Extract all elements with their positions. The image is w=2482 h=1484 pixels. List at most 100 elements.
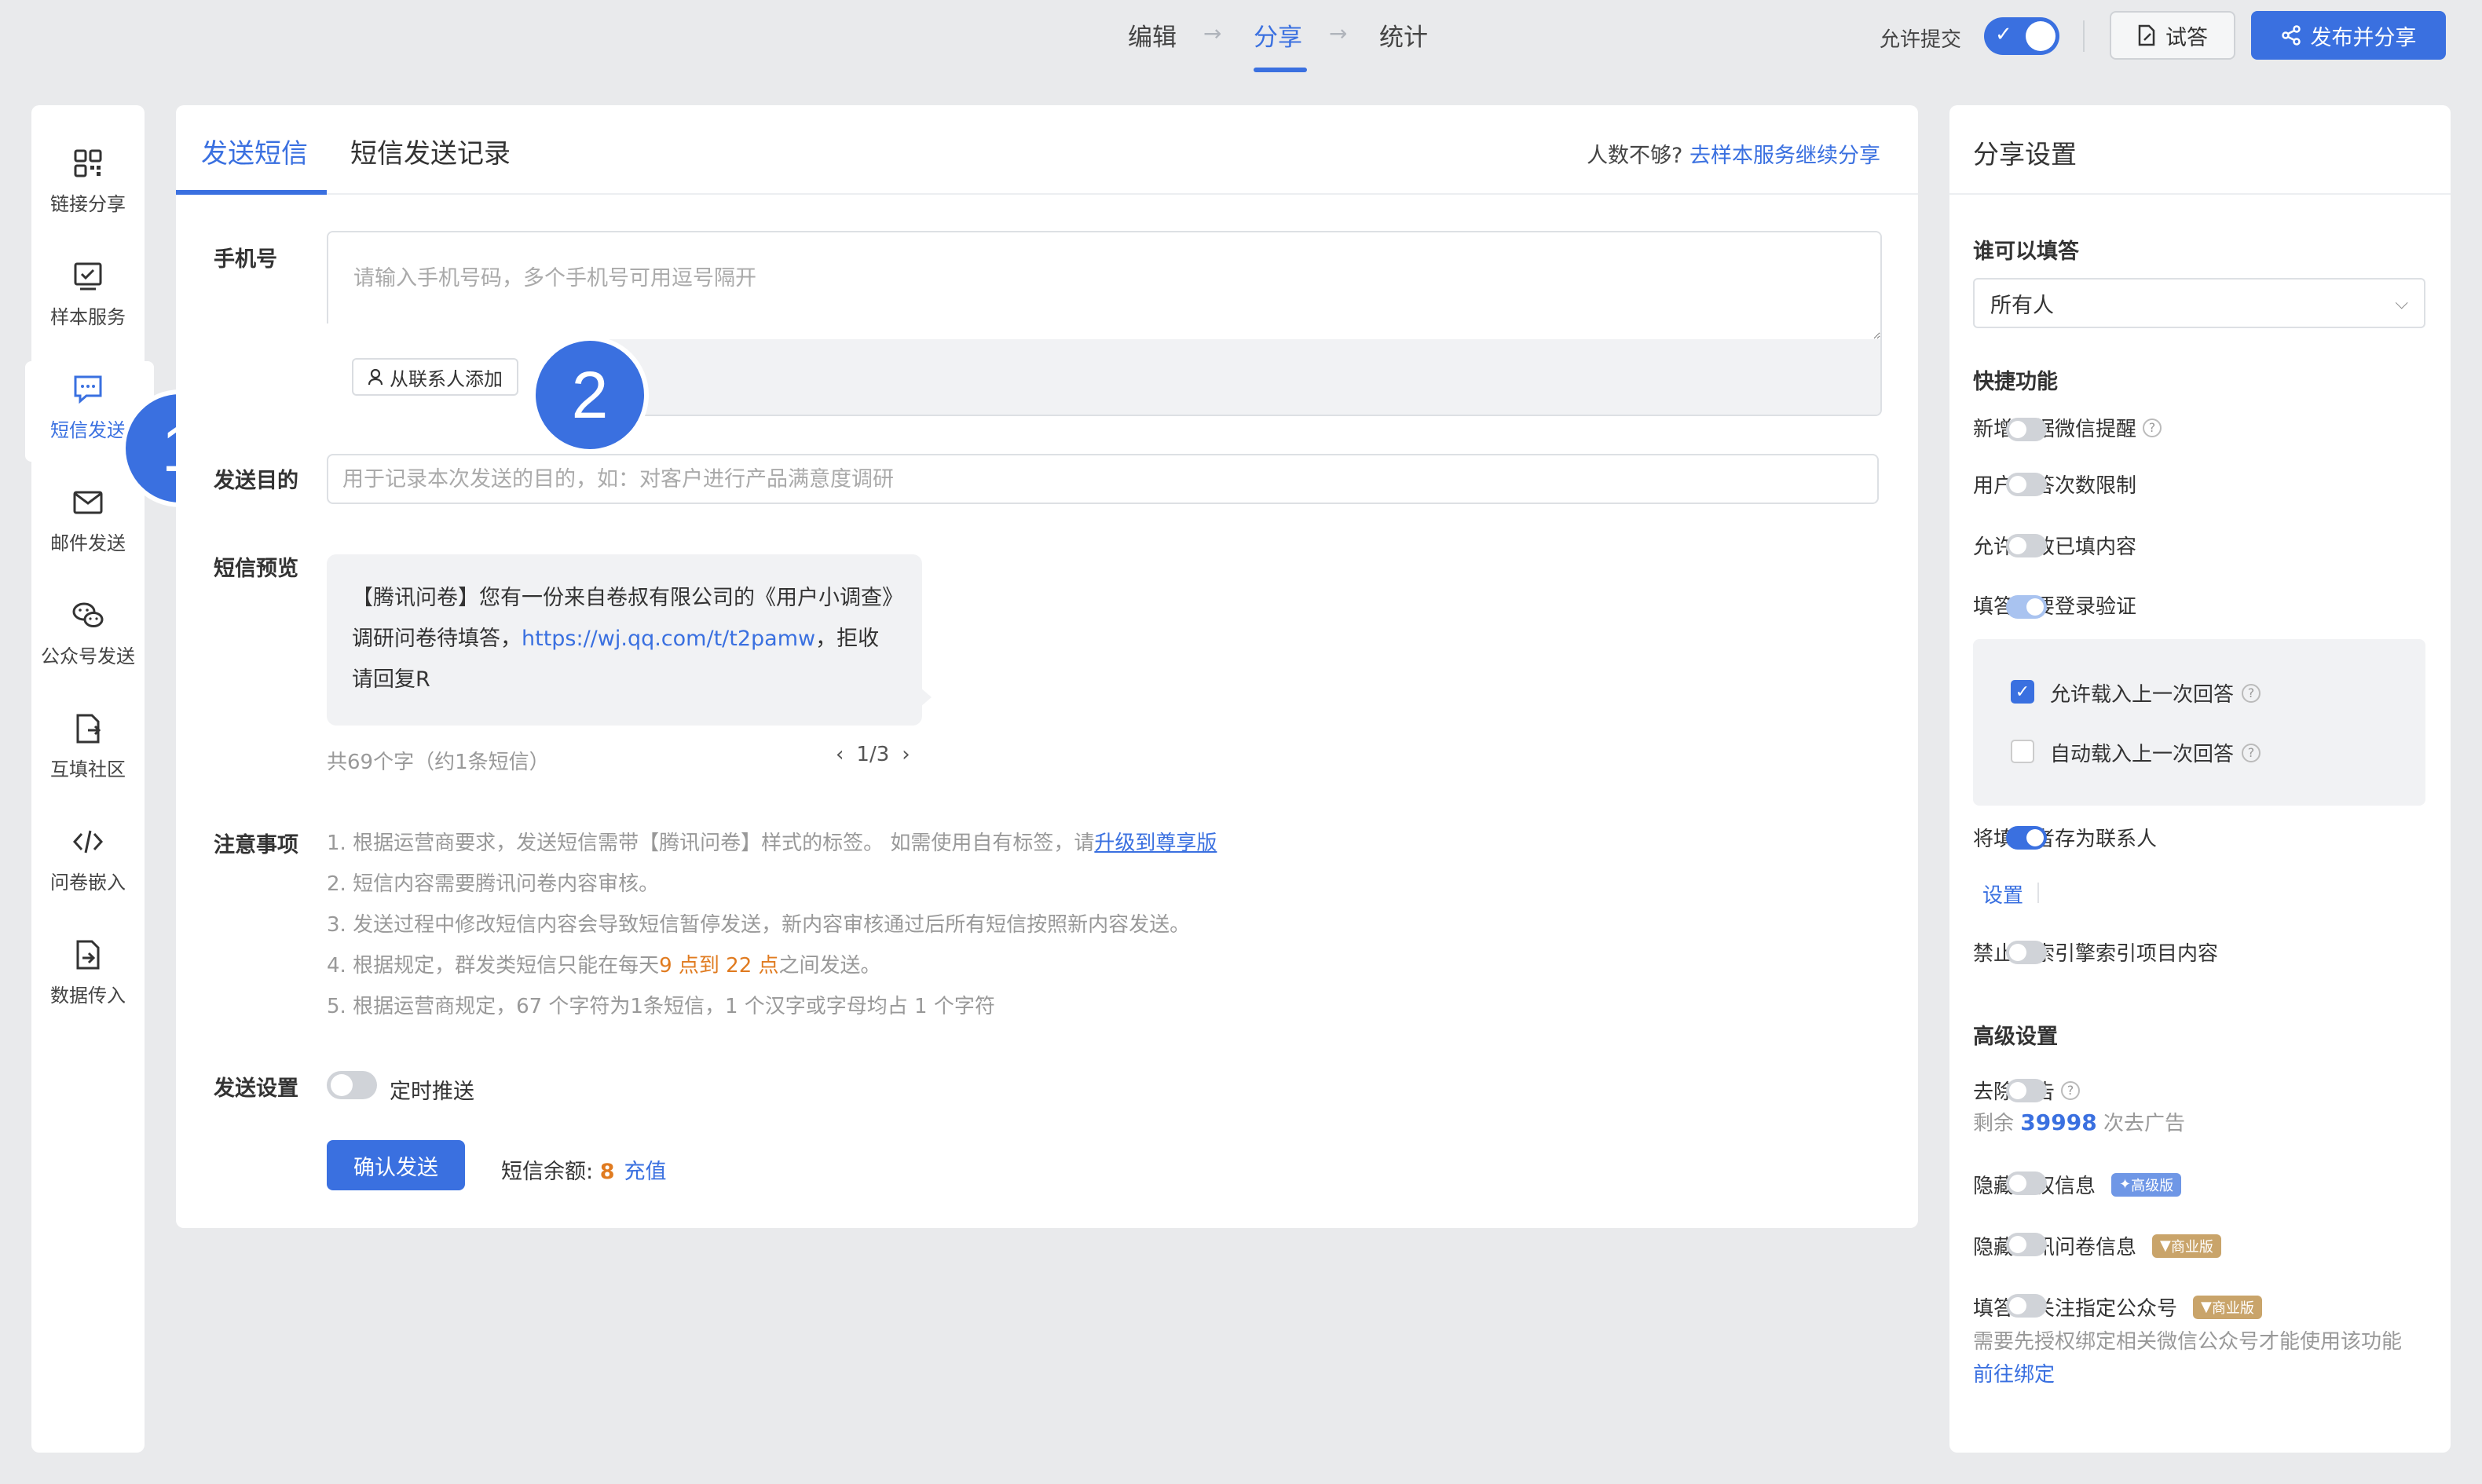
allow-submit-toggle[interactable]: ✓	[1984, 17, 2059, 55]
sidebar-item-label: 互填社区	[50, 758, 126, 780]
help-icon[interactable]: ?	[2242, 683, 2261, 703]
step-stats[interactable]: 统计	[1379, 17, 1428, 53]
confirm-send-button[interactable]: 确认发送	[327, 1140, 465, 1190]
sidebar-items: 链接分享 样本服务 短信发送 邮件发送 公众号发送 互填社区 问卷嵌入 数据传入	[31, 105, 145, 1453]
try-button[interactable]: 试答	[2110, 11, 2235, 60]
recharge-link[interactable]: 充值	[624, 1160, 667, 1184]
answer-limit-toggle[interactable]	[2006, 473, 2047, 496]
toggle-knob	[2026, 21, 2056, 51]
option-label: 新增数据微信提醒	[1973, 418, 2137, 441]
check-icon: ✓	[1995, 23, 2012, 46]
answer-limit-option: 用户填答次数限制	[1973, 474, 2137, 498]
toggle-knob	[2009, 1297, 2026, 1314]
preview-link[interactable]: https://wj.qq.com/t/t2pamw	[522, 627, 815, 651]
sidebar-item-email[interactable]: 邮件发送	[31, 476, 145, 570]
hide-copyright-toggle[interactable]	[2006, 1171, 2047, 1195]
divider	[2037, 883, 2039, 903]
remove-ads-toggle[interactable]	[2006, 1079, 2047, 1102]
toggle-knob	[2009, 1175, 2026, 1192]
arrow-right-icon: →	[1329, 20, 1348, 46]
contact-settings-link[interactable]: 设置	[1982, 879, 2023, 908]
desc-text: 需要先授权绑定相关微信公众号才能使用该功能	[1973, 1330, 2403, 1354]
step-share[interactable]: 分享	[1254, 17, 1302, 53]
phone-label: 手机号	[214, 247, 277, 272]
load-last-answer-option: 允许载入上一次回答?	[2050, 678, 2261, 707]
login-verify-option: 填答需要登录验证	[1973, 595, 2137, 619]
note-item: 4. 根据规定，群发类短信只能在每天9 点到 22 点之间发送。	[327, 945, 1217, 986]
auto-load-checkbox[interactable]	[2011, 740, 2034, 763]
save-contact-toggle[interactable]	[2006, 826, 2047, 850]
bind-account-link[interactable]: 前往绑定	[1973, 1363, 2055, 1387]
wechat-icon	[72, 602, 104, 627]
wechat-reminder-option: 新增数据微信提醒?	[1973, 413, 2162, 442]
sidebar-item-label: 样本服务	[50, 306, 126, 328]
allow-edit-toggle[interactable]	[2006, 534, 2047, 557]
option-label: 填答需关注指定公众号	[1973, 1297, 2178, 1321]
who-select-value: 所有人	[1990, 293, 2054, 318]
char-count: 共69个字（约1条短信）	[327, 751, 550, 774]
preview-label: 短信预览	[214, 557, 298, 581]
tab-send-sms[interactable]: 发送短信	[201, 132, 308, 170]
note-item: 3. 发送过程中修改短信内容会导致短信暂停发送，新内容审核通过后所有短信按照新内…	[327, 913, 1191, 937]
hide-copyright-option: 隐藏版权信息✦ 高级版	[1973, 1170, 2182, 1199]
who-can-answer-label: 谁可以填答	[1973, 239, 2079, 264]
chevron-left-icon[interactable]: ‹	[836, 743, 844, 766]
upgrade-link[interactable]: 升级到尊享版	[1094, 832, 1217, 855]
sms-icon	[74, 375, 102, 404]
sidebar-item-data-import[interactable]: 数据传入	[31, 928, 145, 1022]
add-from-contacts-button[interactable]: 从联系人添加	[352, 358, 518, 396]
tag-label: 商业版	[2170, 1238, 2213, 1256]
share-settings-title: 分享设置	[1973, 139, 2077, 170]
divider	[2083, 20, 2085, 52]
remaining-suffix: 次去广告	[2103, 1112, 2185, 1135]
sidebar-item-label: 公众号发送	[41, 645, 135, 667]
follow-account-toggle[interactable]	[2006, 1294, 2047, 1318]
sms-balance: 短信余额: 8 充值	[501, 1154, 667, 1185]
publish-share-button[interactable]: 发布并分享	[2251, 11, 2446, 60]
purpose-input[interactable]	[327, 454, 1879, 504]
community-doc-icon	[76, 714, 101, 744]
notes-label: 注意事项	[214, 833, 298, 857]
sidebar-item-community[interactable]: 互填社区	[31, 702, 145, 796]
balance-label: 短信余额:	[501, 1160, 594, 1184]
login-verify-toggle[interactable]	[2006, 595, 2047, 619]
sms-preview-bubble: 【腾讯问卷】您有一份来自卷叔有限公司的《用户小调查》调研问卷待填答，https:…	[327, 554, 922, 726]
sidebar-item-label: 邮件发送	[50, 532, 126, 554]
auto-load-option: 自动载入上一次回答?	[2050, 738, 2261, 767]
time-range-highlight: 9 点到 22 点	[659, 954, 779, 978]
sidebar-item-link-share[interactable]: 链接分享	[31, 137, 145, 231]
tab-sms-records[interactable]: 短信发送记录	[350, 132, 511, 170]
sidebar-item-embed[interactable]: 问卷嵌入	[31, 815, 145, 909]
help-icon[interactable]: ?	[2061, 1080, 2081, 1100]
no-index-toggle[interactable]	[2006, 941, 2047, 964]
help-icon[interactable]: ?	[2143, 418, 2162, 437]
chevron-right-icon[interactable]: ›	[902, 743, 910, 766]
schedule-toggle[interactable]	[327, 1071, 377, 1099]
toggle-knob	[2026, 829, 2044, 846]
document-icon	[2138, 24, 2155, 46]
note-item: 1. 根据运营商要求，发送短信需带【腾讯问卷】样式的标签。 如需使用自有标签，请…	[327, 823, 1217, 864]
toggle-knob	[2009, 1236, 2026, 1253]
save-contact-option: 将填答者存为联系人	[1973, 828, 2158, 851]
hide-tencent-toggle[interactable]	[2006, 1233, 2047, 1256]
premium-tag: ✦ 高级版	[2111, 1172, 2182, 1197]
toggle-knob	[2009, 1082, 2026, 1099]
preview-pager: ‹ 1/3 ›	[836, 743, 910, 766]
toggle-knob	[2009, 421, 2026, 438]
allow-edit-option: 允许修改已填内容	[1973, 535, 2137, 559]
step-edit[interactable]: 编辑	[1128, 17, 1177, 53]
hint-text: 人数不够?	[1587, 144, 1683, 168]
sidebar-item-label: 链接分享	[50, 193, 126, 215]
sidebar-item-sample-service[interactable]: 样本服务	[31, 250, 145, 344]
toggle-knob	[2009, 476, 2026, 493]
wechat-reminder-toggle[interactable]	[2006, 418, 2047, 441]
sidebar-item-wechat[interactable]: 公众号发送	[31, 589, 145, 683]
option-label: 允许载入上一次回答	[2050, 683, 2235, 707]
load-last-answer-checkbox[interactable]: ✓	[2011, 680, 2034, 704]
help-icon[interactable]: ?	[2242, 743, 2261, 762]
remove-ads-remaining: 剩余 39998 次去广告	[1973, 1107, 2185, 1136]
try-button-label: 试答	[2165, 25, 2208, 50]
who-can-answer-select[interactable]: 所有人 ⌵	[1973, 278, 2425, 328]
sample-service-link[interactable]: 去样本服务继续分享	[1689, 144, 1880, 168]
login-verify-options	[1973, 639, 2425, 806]
